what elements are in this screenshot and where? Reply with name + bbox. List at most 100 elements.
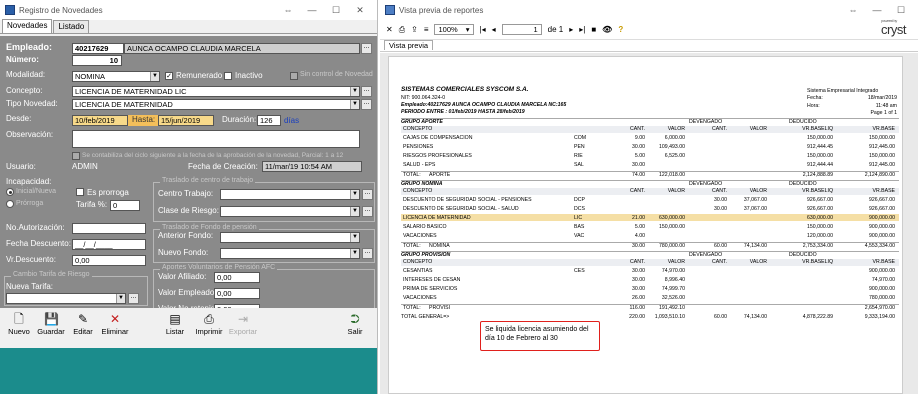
valor-empleador-label: Valor Empleador: (158, 288, 220, 297)
maximize-button[interactable]: ☐ (324, 5, 348, 16)
next-page-icon[interactable]: ▸ (569, 25, 573, 34)
minimize-button[interactable]: — (300, 5, 324, 15)
inicial-radio[interactable] (6, 188, 14, 196)
es-prorroga-checkbox[interactable] (76, 188, 84, 196)
listar-label: Listar (165, 327, 185, 336)
pin-icon[interactable]: ⇔ (841, 5, 865, 15)
annotation-callout: Se liquida licencia asumiendo del día 10… (480, 321, 600, 351)
anterior-fondo-select[interactable]: ▼ (220, 232, 360, 243)
devengado-header: DEVENGADO (689, 119, 723, 125)
sin-control-checkbox[interactable] (290, 72, 298, 80)
valor-empleador-field[interactable]: 0,00 (214, 288, 260, 299)
numero-field[interactable]: 10 (72, 55, 122, 66)
group-title: GRUPO NOMINA (401, 181, 443, 187)
nuevo-label: Nuevo (8, 327, 30, 336)
last-page-icon[interactable]: ▸| (579, 25, 585, 34)
report-row-concepto: PENSIONES (403, 144, 434, 150)
report-row-v: 150,000.00 (659, 224, 685, 230)
duracion-label: Duración: (222, 115, 257, 124)
total-v: 780,000.00 (659, 243, 685, 249)
inicial-label: Inicial/Nueva (16, 188, 57, 195)
app-icon (5, 5, 15, 15)
concepto-select[interactable]: LICENCIA DE MATERNIDAD LIC ▼ (72, 86, 360, 97)
report-row-dv: 37,067.00 (743, 206, 767, 212)
parcial-checkbox[interactable] (72, 152, 80, 160)
eliminar-button[interactable]: ✕ Eliminar (100, 310, 130, 346)
duracion-field[interactable]: 126 (257, 115, 281, 126)
report-row-q: 30.00 (632, 144, 645, 150)
col-vr-base: VR.BASE (872, 126, 896, 132)
chevron-down-icon: ▼ (350, 207, 359, 216)
total-bl: 2,124,888.89 (802, 172, 833, 178)
concepto-search-button[interactable]: ... (361, 86, 372, 97)
vr-descuento-field[interactable]: 0,00 (72, 255, 146, 266)
clase-riesgo-select[interactable]: ▼ (220, 206, 360, 217)
tab-listado[interactable]: Listado (53, 20, 90, 33)
imprimir-button[interactable]: ⎙ Imprimir (194, 310, 224, 346)
grand-total-bl: 4,878,222.89 (802, 314, 833, 320)
tipo-novedad-search-button[interactable]: ... (361, 99, 372, 110)
guardar-button[interactable]: 💾 Guardar (36, 310, 66, 346)
nueva-tarifa-select[interactable]: ▼ (6, 293, 126, 304)
prev-page-icon[interactable]: ◂ (492, 25, 496, 34)
nuevo-fondo-search-button[interactable]: ... (362, 248, 373, 259)
help-icon[interactable]: ? (618, 25, 623, 34)
minimize-button[interactable]: — (865, 5, 889, 15)
centro-trabajo-search-button[interactable]: ... (362, 189, 373, 200)
tab-bar: Novedades Listado (0, 19, 377, 34)
no-autorizacion-field[interactable] (72, 223, 146, 234)
pin-icon[interactable]: ⇔ (276, 5, 300, 15)
tarifa-field[interactable]: 0 (110, 200, 140, 211)
hasta-date-field[interactable]: 15/jun/2019 (158, 115, 214, 126)
logo-small-text: powered by (881, 18, 897, 23)
empleado-search-button[interactable]: ... (361, 43, 372, 54)
report-row-code: RIE (574, 153, 583, 159)
stop-icon[interactable]: ■ (591, 25, 596, 34)
export-icon[interactable]: ⇪ (411, 25, 418, 34)
tree-toggle-icon[interactable]: ≡ (424, 25, 429, 34)
report-row-code: BAS (574, 224, 585, 230)
close-button[interactable]: ✕ (348, 5, 372, 16)
modalidad-value: NOMINA (75, 72, 105, 81)
hora-value: 11:48 am (875, 103, 897, 109)
empleado-name-field: AUNCA OCAMPO CLAUDIA MARCELA (124, 43, 360, 54)
report-row-q: 4.00 (634, 233, 645, 239)
inactivo-checkbox[interactable] (224, 72, 232, 80)
tab-vista-previa[interactable]: Vista previa (384, 40, 434, 50)
clase-riesgo-search-button[interactable]: ... (362, 206, 373, 217)
nueva-tarifa-search-button[interactable]: ... (128, 293, 139, 304)
report-row-bl: 926,667.00 (807, 197, 833, 203)
valor-afiliado-field[interactable]: 0,00 (214, 272, 260, 283)
prorroga-radio[interactable] (6, 200, 14, 208)
col-valor-ded: VALOR (749, 259, 767, 265)
listar-button[interactable]: ▤ Listar (160, 310, 190, 346)
nuevo-button[interactable]: 🗋 Nuevo (4, 310, 34, 346)
editar-button[interactable]: ✎ Editar (68, 310, 98, 346)
desde-date-field[interactable]: 10/feb/2019 (72, 115, 128, 126)
fecha-label: Fecha: (807, 95, 823, 101)
centro-trabajo-select[interactable]: ▼ (220, 189, 360, 200)
maximize-button[interactable]: ☐ (889, 5, 913, 16)
observacion-textarea[interactable] (72, 130, 360, 148)
modalidad-select[interactable]: NOMINA ▼ (72, 71, 160, 82)
print-icon[interactable]: ⎙ (399, 25, 405, 35)
tipo-novedad-select[interactable]: LICENCIA DE MATERNIDAD ▼ (72, 99, 360, 110)
close-preview-icon[interactable]: ✕ (386, 25, 393, 34)
search-binoculars-icon[interactable]: 👁 (602, 25, 612, 34)
tab-novedades[interactable]: Novedades (2, 19, 53, 33)
empleado-id-field[interactable]: 40217629 (72, 43, 124, 54)
tipo-novedad-value: LICENCIA DE MATERNIDAD (75, 100, 173, 109)
salir-button[interactable]: ⮊ Salir (340, 310, 370, 346)
report-row-bl: 150,000.00 (807, 224, 833, 230)
eliminar-label: Eliminar (101, 327, 129, 336)
total-b: 2,654,970.00 (864, 305, 895, 311)
exportar-button[interactable]: ⇥ Exportar (228, 310, 258, 346)
zoom-select[interactable]: 100% ▾ (434, 24, 474, 35)
fecha-descuento-field[interactable]: __/__/____ (72, 239, 146, 250)
nuevo-fondo-select[interactable]: ▼ (220, 248, 360, 259)
page-number-field[interactable]: 1 (501, 24, 542, 35)
company-name: SISTEMAS COMERCIALES SYSCOM S.A. (401, 86, 529, 93)
desde-label: Desde: (6, 114, 32, 123)
first-page-icon[interactable]: |◂ (480, 25, 486, 34)
remunerado-checkbox[interactable]: ✓ (165, 72, 173, 80)
